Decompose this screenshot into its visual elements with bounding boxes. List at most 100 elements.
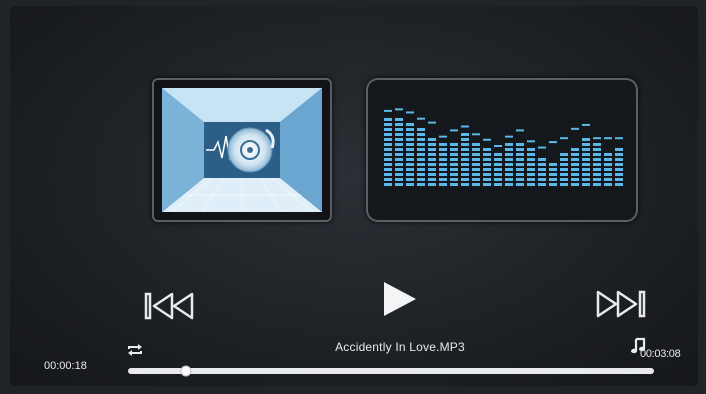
skip-previous-icon (144, 292, 194, 320)
equalizer-peak (494, 145, 502, 147)
equalizer-segment (395, 143, 403, 146)
equalizer-peak (483, 138, 491, 141)
equalizer-peak (516, 129, 524, 132)
equalizer-segment (538, 168, 546, 171)
equalizer-segment (494, 163, 502, 166)
equalizer-segment (395, 118, 403, 121)
equalizer-segment (571, 183, 579, 186)
equalizer-segment (384, 158, 392, 161)
skip-next-icon (596, 290, 646, 318)
equalizer-segment (395, 133, 403, 136)
equalizer-segment (428, 143, 436, 146)
next-track-button[interactable] (594, 286, 650, 322)
equalizer-segment (406, 123, 414, 126)
equalizer-segment (439, 143, 447, 146)
equalizer-segment (461, 138, 469, 141)
equalizer-segment (384, 128, 392, 131)
equalizer-segment (395, 178, 403, 181)
equalizer-segment (615, 158, 623, 161)
equalizer-segment (395, 138, 403, 141)
equalizer-segment (560, 158, 568, 161)
equalizer-segment (417, 128, 425, 131)
equalizer-segment (505, 158, 513, 161)
equalizer-segment (549, 183, 557, 186)
equalizer-segment (417, 143, 425, 146)
equalizer-segment (428, 178, 436, 181)
progress-slider[interactable] (128, 362, 654, 377)
equalizer-peak (395, 108, 403, 111)
equalizer-segment (571, 148, 579, 151)
equalizer-segment (472, 168, 480, 171)
equalizer-segment (450, 143, 458, 146)
equalizer-segment (417, 158, 425, 161)
equalizer-segment (615, 168, 623, 171)
equalizer-segment (615, 163, 623, 166)
equalizer-segment (582, 143, 590, 146)
equalizer-segment (516, 173, 524, 176)
equalizer-segment (406, 158, 414, 161)
equalizer-segment (483, 158, 491, 161)
equalizer-segment (406, 183, 414, 186)
equalizer-segment (604, 183, 612, 186)
equalizer-segment (439, 183, 447, 186)
equalizer-peak (593, 137, 601, 140)
equalizer-segment (384, 183, 392, 186)
equalizer-segment (516, 158, 524, 161)
equalizer-segment (450, 158, 458, 161)
equalizer-peak (461, 125, 469, 128)
equalizer-segment (560, 168, 568, 171)
equalizer-segment (472, 173, 480, 176)
equalizer-segment (384, 153, 392, 156)
equalizer-segment (582, 168, 590, 171)
equalizer-segment (406, 148, 414, 151)
equalizer-segment (384, 163, 392, 166)
equalizer-bars (384, 108, 623, 186)
equalizer-segment (582, 163, 590, 166)
equalizer-segment (505, 178, 513, 181)
equalizer-segment (472, 148, 480, 151)
equalizer-segment (395, 183, 403, 186)
equalizer-segment (571, 178, 579, 181)
equalizer-segment (428, 163, 436, 166)
equalizer-segment (582, 138, 590, 141)
equalizer-segment (494, 178, 502, 181)
equalizer-segment (538, 178, 546, 181)
equalizer-segment (505, 143, 513, 146)
equalizer-segment (593, 153, 601, 156)
equalizer-segment (472, 183, 480, 186)
progress-track-bar (128, 368, 654, 374)
equalizer-segment (384, 168, 392, 171)
equalizer-segment (483, 178, 491, 181)
equalizer-peak (406, 111, 414, 114)
equalizer-segment (516, 168, 524, 171)
equalizer-segment (450, 163, 458, 166)
equalizer-segment (395, 158, 403, 161)
equalizer-segment (505, 183, 513, 186)
play-button[interactable] (378, 278, 422, 320)
track-title: Accidently In Love.MP3 (335, 340, 465, 354)
equalizer-segment (527, 173, 535, 176)
equalizer-segment (593, 168, 601, 171)
equalizer-segment (428, 153, 436, 156)
equalizer-peak (549, 141, 557, 144)
equalizer-segment (593, 143, 601, 146)
equalizer-segment (461, 173, 469, 176)
equalizer-segment (571, 163, 579, 166)
equalizer-segment (395, 153, 403, 156)
equalizer-panel (366, 78, 638, 222)
equalizer-segment (417, 148, 425, 151)
equalizer-segment (593, 163, 601, 166)
equalizer-segment (428, 168, 436, 171)
equalizer-segment (461, 178, 469, 181)
repeat-icon[interactable] (126, 342, 144, 358)
equalizer-segment (582, 178, 590, 181)
equalizer-segment (560, 178, 568, 181)
previous-track-button[interactable] (142, 288, 198, 324)
equalizer-peak (439, 135, 447, 138)
equalizer-segment (494, 183, 502, 186)
equalizer-segment (395, 173, 403, 176)
equalizer-segment (461, 148, 469, 151)
equalizer-segment (538, 173, 546, 176)
equalizer-segment (395, 128, 403, 131)
equalizer-segment (406, 163, 414, 166)
